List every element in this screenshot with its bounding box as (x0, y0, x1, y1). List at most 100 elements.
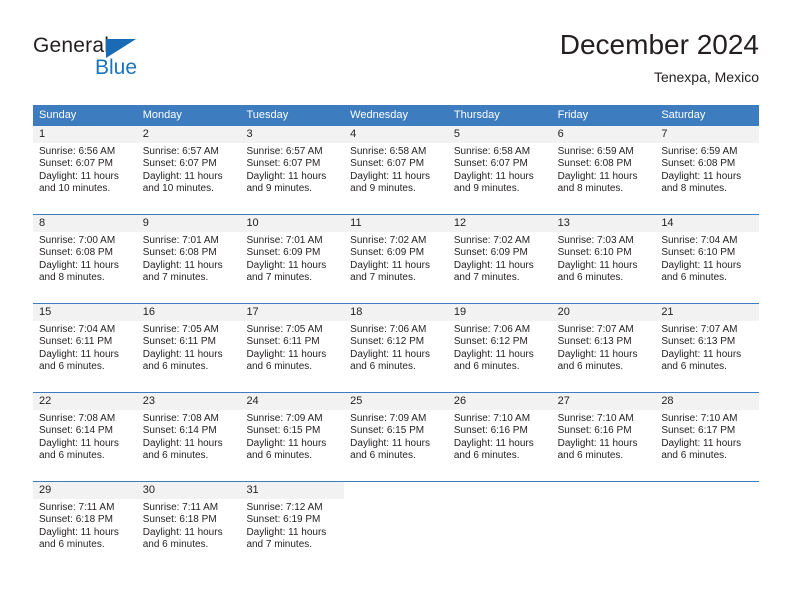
day-cell[interactable]: 19 Sunrise: 7:06 AM Sunset: 6:12 PM Dayl… (447, 304, 552, 392)
daylight-text-line2: and 7 minutes. (142, 272, 209, 284)
day-cell[interactable]: 5 Sunrise: 6:58 AM Sunset: 6:07 PM Dayli… (447, 126, 552, 214)
day-number: 5 (447, 126, 552, 143)
day-cell[interactable]: 20 Sunrise: 7:07 AM Sunset: 6:13 PM Dayl… (551, 304, 656, 392)
sunrise-text: Sunrise: 7:09 AM (350, 413, 427, 424)
day-cell[interactable]: 17 Sunrise: 7:05 AM Sunset: 6:11 PM Dayl… (240, 304, 345, 392)
day-number: 29 (33, 482, 137, 499)
day-number: 24 (240, 393, 345, 410)
daylight-text-line1: Daylight: 11 hours (557, 437, 638, 449)
day-cell[interactable]: 9 Sunrise: 7:01 AM Sunset: 6:08 PM Dayli… (136, 215, 241, 303)
daylight-text-line1: Daylight: 11 hours (557, 170, 638, 182)
daylight-text-line1: Daylight: 11 hours (142, 259, 223, 271)
sunset-text: Sunset: 6:09 PM (453, 247, 528, 259)
daylight-text-line2: and 6 minutes. (453, 361, 520, 373)
day-cell[interactable]: 29 Sunrise: 7:11 AM Sunset: 6:18 PM Dayl… (33, 482, 137, 570)
day-number: 15 (33, 304, 137, 321)
day-cell[interactable]: 13 Sunrise: 7:03 AM Sunset: 6:10 PM Dayl… (551, 215, 656, 303)
week-row: 22 Sunrise: 7:08 AM Sunset: 6:14 PM Dayl… (33, 392, 760, 481)
day-cell[interactable]: 24 Sunrise: 7:09 AM Sunset: 6:15 PM Dayl… (240, 393, 345, 481)
sunrise-text: Sunrise: 7:08 AM (142, 413, 219, 424)
day-cell[interactable]: 25 Sunrise: 7:09 AM Sunset: 6:15 PM Dayl… (344, 393, 448, 481)
day-cell[interactable]: 8 Sunrise: 7:00 AM Sunset: 6:08 PM Dayli… (33, 215, 137, 303)
day-details: Sunrise: 6:59 AM Sunset: 6:08 PM Dayligh… (552, 143, 656, 196)
sunset-text: Sunset: 6:11 PM (246, 336, 320, 348)
day-cell[interactable]: 4 Sunrise: 6:58 AM Sunset: 6:07 PM Dayli… (344, 126, 448, 214)
general-blue-logo[interactable]: General Blue (33, 34, 173, 90)
day-number: 16 (136, 304, 241, 321)
daylight-text-line2: and 6 minutes. (142, 539, 209, 551)
page-header: General Blue December 2024 Tenexpa, Mexi… (33, 28, 759, 94)
daylight-text-line2: and 8 minutes. (661, 183, 727, 195)
day-number: 25 (344, 393, 448, 410)
week-row: 15 Sunrise: 7:04 AM Sunset: 6:11 PM Dayl… (33, 303, 760, 392)
sunrise-text: Sunrise: 7:03 AM (557, 235, 634, 246)
day-number: 4 (344, 126, 448, 143)
daylight-text-line1: Daylight: 11 hours (661, 259, 742, 271)
daylight-text-line2: and 7 minutes. (246, 272, 313, 284)
sunset-text: Sunset: 6:16 PM (453, 425, 528, 437)
day-cell[interactable]: 27 Sunrise: 7:10 AM Sunset: 6:16 PM Dayl… (551, 393, 656, 481)
day-details: Sunrise: 7:05 AM Sunset: 6:11 PM Dayligh… (137, 321, 241, 374)
daylight-text-line2: and 7 minutes. (453, 272, 520, 284)
day-cell[interactable]: 3 Sunrise: 6:57 AM Sunset: 6:07 PM Dayli… (240, 126, 345, 214)
day-cell[interactable]: 28 Sunrise: 7:10 AM Sunset: 6:17 PM Dayl… (655, 393, 760, 481)
day-cell[interactable]: 12 Sunrise: 7:02 AM Sunset: 6:09 PM Dayl… (447, 215, 552, 303)
daylight-text-line2: and 6 minutes. (39, 539, 105, 551)
day-details: Sunrise: 6:56 AM Sunset: 6:07 PM Dayligh… (33, 143, 137, 196)
daylight-text-line2: and 10 minutes. (142, 183, 214, 195)
sunrise-text: Sunrise: 6:57 AM (246, 146, 323, 157)
weekday-header-wednesday: Wednesday (350, 109, 409, 121)
day-cell[interactable]: 30 Sunrise: 7:11 AM Sunset: 6:18 PM Dayl… (136, 482, 241, 570)
day-cell[interactable]: 15 Sunrise: 7:04 AM Sunset: 6:11 PM Dayl… (33, 304, 137, 392)
sunset-text: Sunset: 6:09 PM (350, 247, 425, 259)
sunset-text: Sunset: 6:08 PM (39, 247, 113, 259)
day-cell[interactable]: 10 Sunrise: 7:01 AM Sunset: 6:09 PM Dayl… (240, 215, 345, 303)
day-details: Sunrise: 7:02 AM Sunset: 6:09 PM Dayligh… (344, 232, 448, 285)
day-number: 30 (136, 482, 241, 499)
day-cell[interactable]: 7 Sunrise: 6:59 AM Sunset: 6:08 PM Dayli… (655, 126, 760, 214)
day-number: 18 (344, 304, 448, 321)
sunset-text: Sunset: 6:08 PM (661, 158, 736, 170)
day-details: Sunrise: 7:07 AM Sunset: 6:13 PM Dayligh… (655, 321, 759, 374)
day-cell[interactable]: 31 Sunrise: 7:12 AM Sunset: 6:19 PM Dayl… (240, 482, 345, 570)
weekday-header-row: Sunday Monday Tuesday Wednesday Thursday… (33, 105, 759, 125)
day-cell[interactable]: 1 Sunrise: 6:56 AM Sunset: 6:07 PM Dayli… (33, 126, 137, 214)
sunrise-text: Sunrise: 7:11 AM (39, 502, 115, 513)
sunrise-text: Sunrise: 7:07 AM (661, 324, 738, 335)
daylight-text-line1: Daylight: 11 hours (453, 437, 534, 449)
day-cell[interactable]: 18 Sunrise: 7:06 AM Sunset: 6:12 PM Dayl… (344, 304, 448, 392)
day-cell[interactable]: 11 Sunrise: 7:02 AM Sunset: 6:09 PM Dayl… (344, 215, 448, 303)
sunrise-text: Sunrise: 7:05 AM (142, 324, 219, 335)
day-details: Sunrise: 7:09 AM Sunset: 6:15 PM Dayligh… (344, 410, 448, 463)
day-cell[interactable]: 23 Sunrise: 7:08 AM Sunset: 6:14 PM Dayl… (136, 393, 241, 481)
sunset-text: Sunset: 6:15 PM (246, 425, 321, 437)
day-number: 23 (136, 393, 241, 410)
sunset-text: Sunset: 6:11 PM (39, 336, 113, 348)
sunset-text: Sunset: 6:08 PM (142, 247, 217, 259)
day-cell-empty (655, 482, 759, 570)
day-cell[interactable]: 14 Sunrise: 7:04 AM Sunset: 6:10 PM Dayl… (655, 215, 760, 303)
day-details: Sunrise: 7:11 AM Sunset: 6:18 PM Dayligh… (33, 499, 137, 552)
day-number: 9 (136, 215, 241, 232)
weekday-header-thursday: Thursday (453, 109, 500, 121)
daylight-text-line2: and 6 minutes. (557, 450, 624, 462)
daylight-text-line1: Daylight: 11 hours (246, 526, 327, 538)
day-cell[interactable]: 22 Sunrise: 7:08 AM Sunset: 6:14 PM Dayl… (33, 393, 137, 481)
day-cell[interactable]: 2 Sunrise: 6:57 AM Sunset: 6:07 PM Dayli… (136, 126, 241, 214)
sunrise-text: Sunrise: 7:12 AM (246, 502, 323, 513)
day-number: 28 (655, 393, 760, 410)
daylight-text-line2: and 9 minutes. (246, 183, 313, 195)
day-number: 22 (33, 393, 137, 410)
day-cell[interactable]: 16 Sunrise: 7:05 AM Sunset: 6:11 PM Dayl… (136, 304, 241, 392)
daylight-text-line2: and 9 minutes. (350, 183, 416, 195)
day-cell[interactable]: 6 Sunrise: 6:59 AM Sunset: 6:08 PM Dayli… (551, 126, 656, 214)
sunrise-text: Sunrise: 7:01 AM (246, 235, 323, 246)
logo-text-general: General (33, 34, 110, 57)
day-details: Sunrise: 6:57 AM Sunset: 6:07 PM Dayligh… (137, 143, 241, 196)
day-cell[interactable]: 26 Sunrise: 7:10 AM Sunset: 6:16 PM Dayl… (447, 393, 552, 481)
sunset-text: Sunset: 6:17 PM (661, 425, 736, 437)
day-cell[interactable]: 21 Sunrise: 7:07 AM Sunset: 6:13 PM Dayl… (655, 304, 760, 392)
week-row: 1 Sunrise: 6:56 AM Sunset: 6:07 PM Dayli… (33, 125, 760, 214)
daylight-text-line1: Daylight: 11 hours (661, 348, 742, 360)
daylight-text-line2: and 6 minutes. (350, 361, 416, 373)
